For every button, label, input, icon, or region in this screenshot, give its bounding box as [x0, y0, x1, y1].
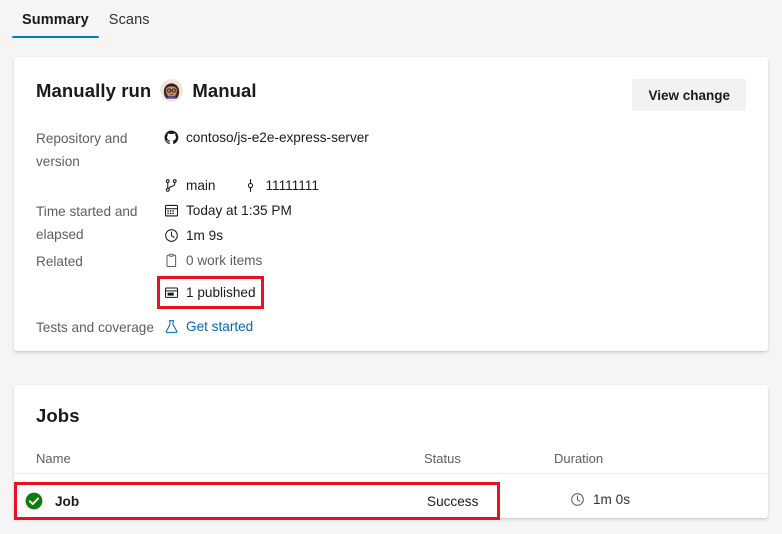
- jobs-title: Jobs: [36, 405, 80, 426]
- job-duration-cell: 1m 0s: [570, 492, 630, 507]
- work-items-line[interactable]: 0 work items: [164, 248, 746, 273]
- elapsed-value: 1m 9s: [186, 228, 224, 243]
- user-avatar: [160, 79, 184, 102]
- detail-row-tests: Tests and coverage Get started: [36, 314, 746, 339]
- clock-icon: [570, 492, 585, 507]
- branch-name: main: [186, 178, 216, 193]
- detail-values-time: Today at 1:35 PM 1m 9s: [164, 198, 746, 248]
- job-status: Success: [427, 493, 479, 509]
- run-trigger-text: Manual: [192, 79, 257, 101]
- commit-icon: [243, 178, 258, 193]
- tab-scans-label: Scans: [108, 12, 150, 28]
- tab-bar: Summary Scans: [0, 0, 782, 46]
- artifact-icon: [164, 285, 179, 300]
- published-line: 1 published: [157, 276, 746, 309]
- detail-label-version-spacer: [36, 173, 164, 175]
- column-header-name: Name: [36, 451, 71, 466]
- published-highlight-box: 1 published: [157, 276, 264, 309]
- detail-label-tests: Tests and coverage: [36, 320, 154, 335]
- detail-label-related: Related: [36, 254, 83, 269]
- summary-card: Manually run Manual View change Reposito…: [14, 57, 768, 351]
- detail-row-repository: Repository and version contoso/js-e2e-ex…: [36, 125, 746, 173]
- tests-get-started-link[interactable]: Get started: [186, 314, 253, 339]
- view-change-button[interactable]: View change: [632, 79, 746, 111]
- detail-values-tests: Get started: [164, 314, 746, 339]
- work-items-icon: [164, 253, 179, 268]
- detail-row-version: main 11111111: [36, 173, 746, 198]
- detail-values-repository: contoso/js-e2e-express-server: [164, 125, 746, 150]
- commit-hash: 11111111: [265, 178, 319, 193]
- published-value[interactable]: 1 published: [186, 280, 256, 305]
- column-header-status: Status: [424, 451, 461, 466]
- tests-line: Get started: [164, 314, 746, 339]
- success-check-icon: [25, 492, 43, 510]
- branch-icon: [164, 178, 179, 193]
- elapsed-line: 1m 9s: [164, 223, 746, 248]
- table-row[interactable]: Job Success: [14, 482, 500, 520]
- calendar-icon: [164, 203, 179, 218]
- detail-row-related: Related 0 work items 1 published: [36, 248, 746, 309]
- run-title-text: Manually run: [36, 79, 152, 101]
- tab-summary[interactable]: Summary: [12, 8, 99, 38]
- run-details: Repository and version contoso/js-e2e-ex…: [14, 111, 768, 339]
- time-started-line: Today at 1:35 PM: [164, 198, 746, 223]
- job-name-cell: Job: [17, 492, 427, 510]
- summary-header: Manually run Manual View change: [14, 57, 768, 111]
- time-started-value: Today at 1:35 PM: [186, 203, 292, 218]
- detail-row-time: Time started and elapsed Today at 1:35 P…: [36, 198, 746, 248]
- job-name: Job: [55, 493, 80, 509]
- column-header-duration: Duration: [554, 451, 604, 466]
- repository-name: contoso/js-e2e-express-server: [186, 130, 369, 145]
- repository-line: contoso/js-e2e-express-server: [164, 125, 746, 150]
- detail-label-time: Time started and elapsed: [36, 204, 138, 242]
- clock-icon: [164, 228, 179, 243]
- job-duration: 1m 0s: [593, 492, 631, 507]
- jobs-table-header: Name Status Duration: [14, 427, 768, 474]
- tab-summary-label: Summary: [22, 12, 89, 28]
- detail-label-repository: Repository and version: [36, 131, 128, 169]
- detail-values-related: 0 work items 1 published: [157, 248, 746, 309]
- version-line: main 11111111: [164, 173, 746, 198]
- github-icon: [164, 130, 179, 145]
- run-title: Manually run Manual: [36, 79, 257, 102]
- detail-values-version: main 11111111: [164, 173, 746, 198]
- tab-scans[interactable]: Scans: [99, 8, 160, 38]
- work-items-value: 0 work items: [186, 253, 263, 268]
- beaker-icon: [164, 319, 179, 334]
